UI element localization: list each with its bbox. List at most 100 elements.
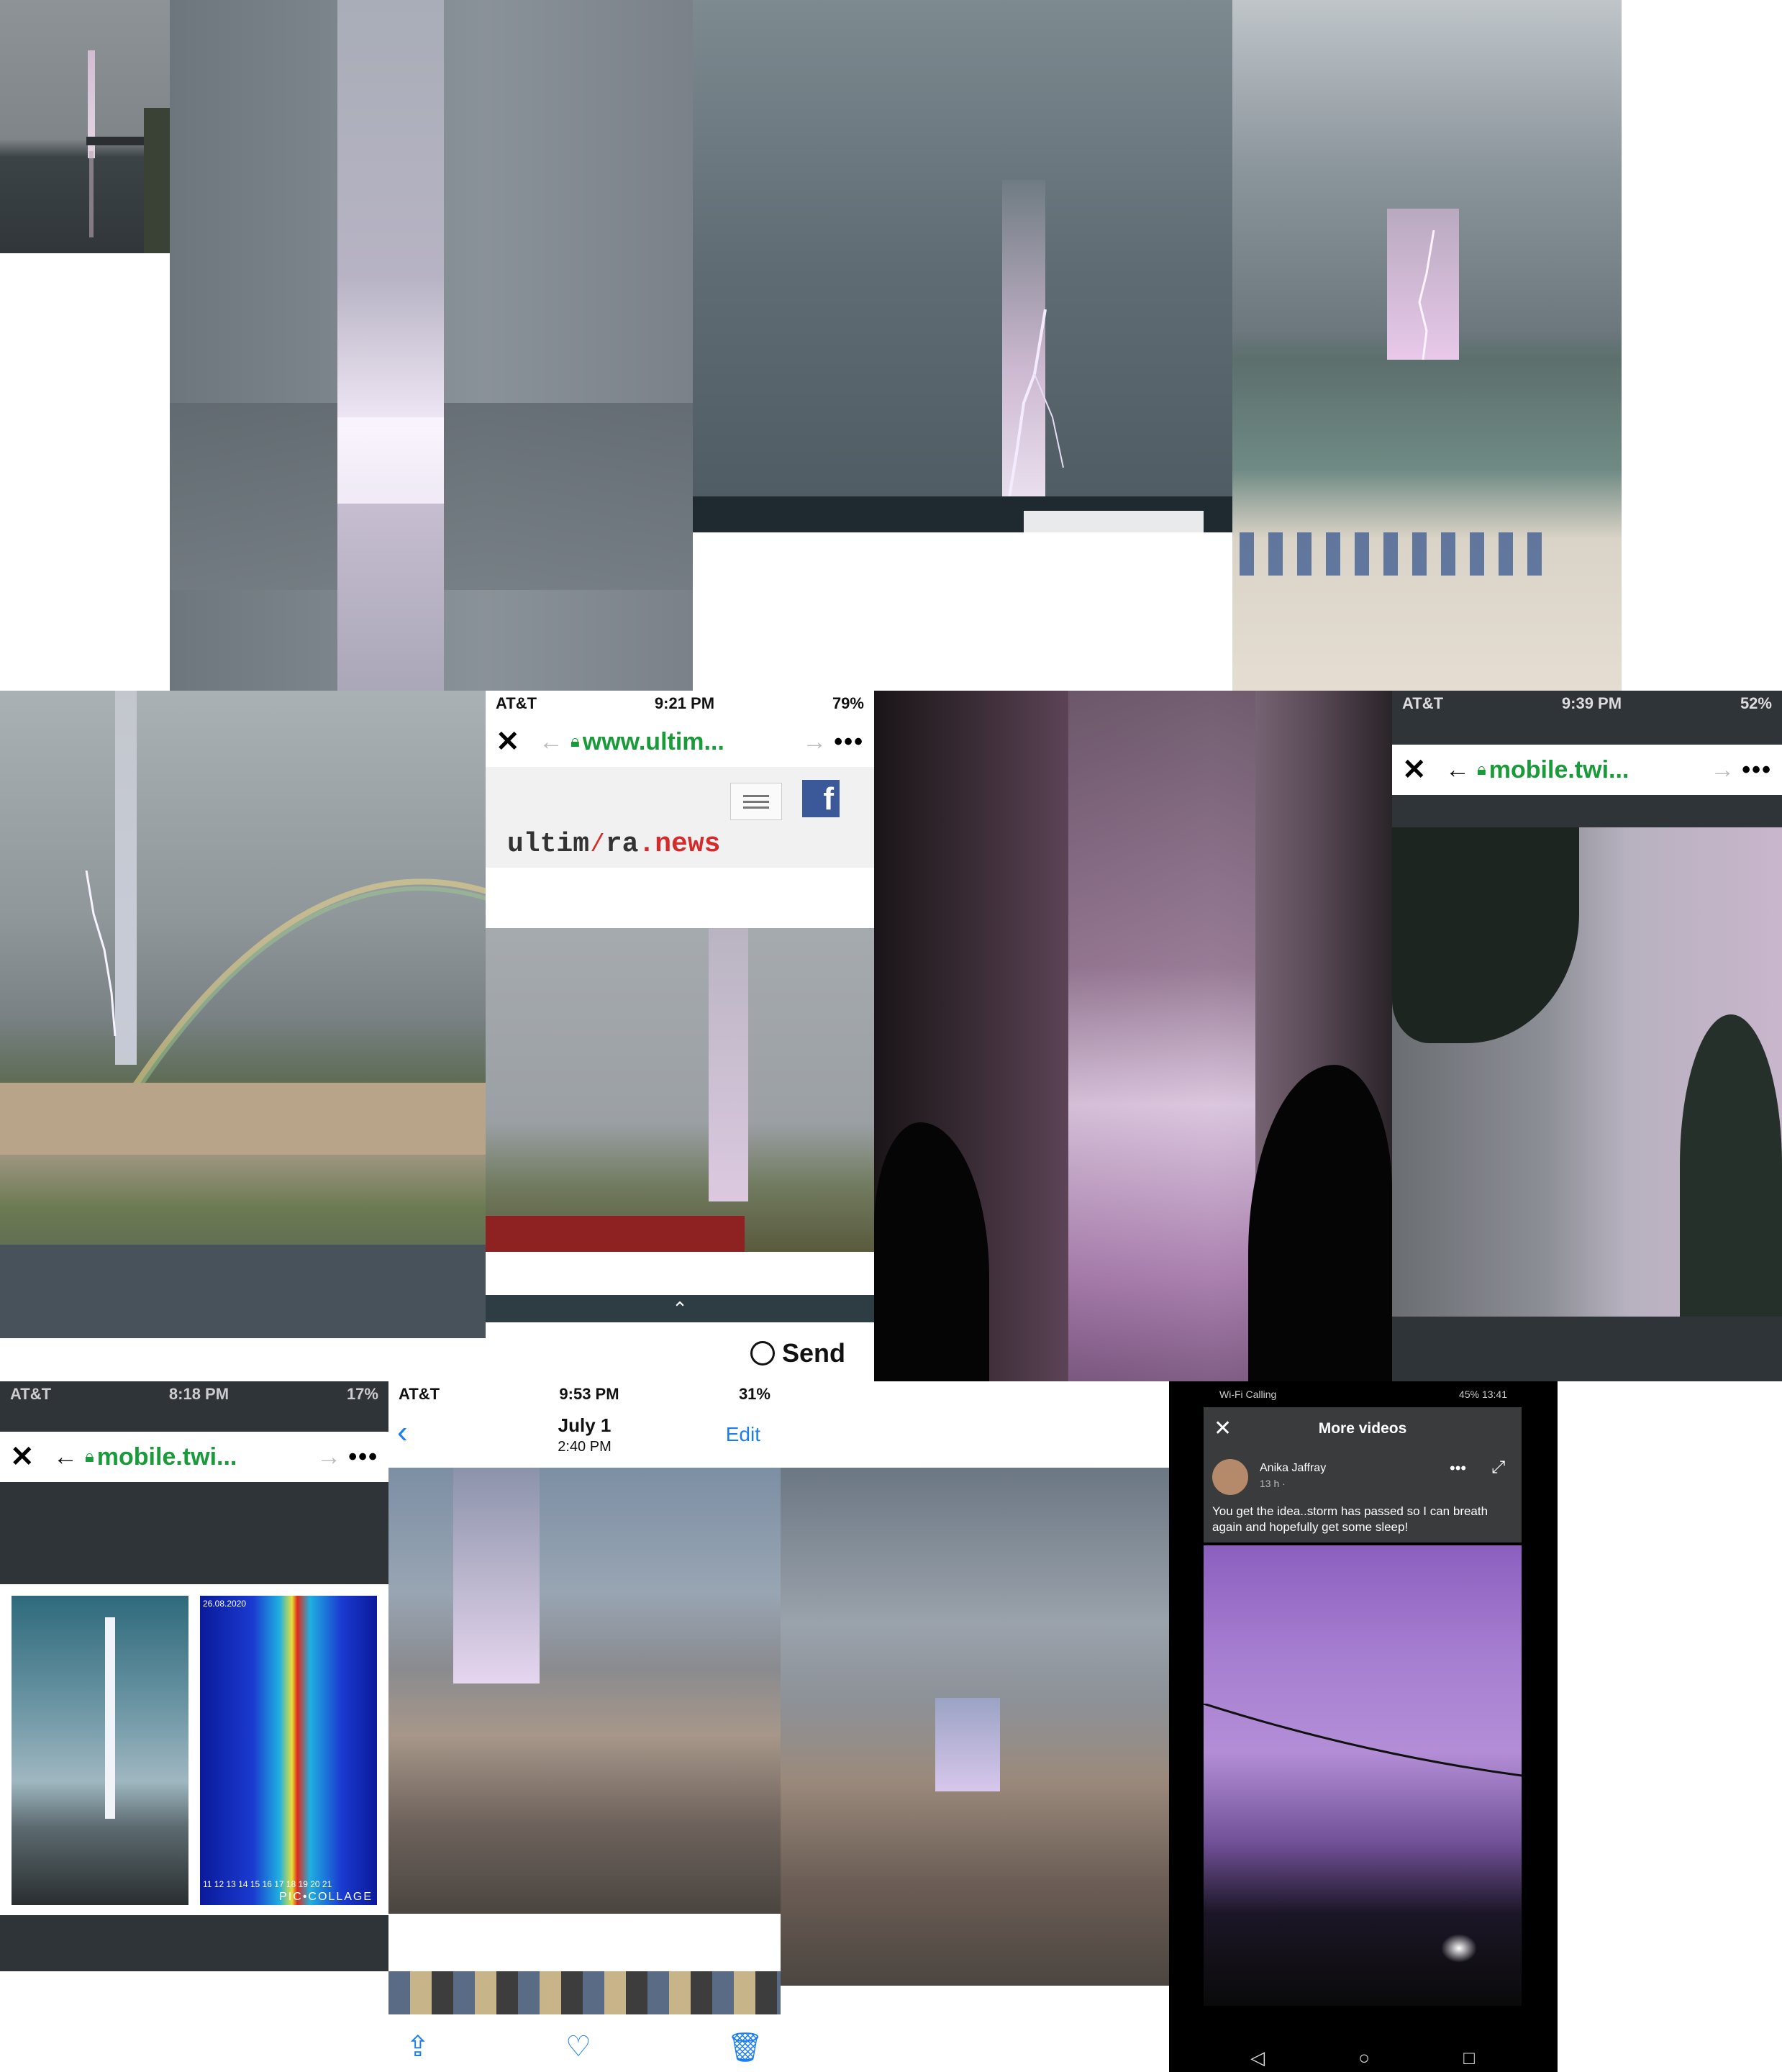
android-nav-bar: ◁ ○ □: [1204, 2043, 1522, 2072]
parking-lot: [0, 1245, 486, 1338]
url-text[interactable]: mobile.twi...: [1489, 756, 1704, 784]
lock-icon: 🔒︎: [570, 732, 580, 751]
spectro-date: 26.08.2020: [203, 1599, 247, 1609]
avatar[interactable]: [1212, 1459, 1248, 1495]
water-reflection: [89, 151, 94, 237]
back-arrow-icon[interactable]: ←: [539, 728, 563, 756]
nav-recent-icon[interactable]: □: [1463, 2047, 1475, 2069]
battery: 17%: [346, 1385, 378, 1403]
screenshot-ultimora-browser: AT&T 9:21 PM 79% ✕ ← 🔒︎ www.ultim... → •…: [486, 691, 874, 1381]
building: [0, 1083, 486, 1155]
time: 9:21 PM: [654, 694, 715, 712]
forward-arrow-icon[interactable]: →: [317, 1443, 341, 1471]
nav-home-icon[interactable]: ○: [1358, 2047, 1370, 2069]
photos-nav: ‹ July 1 2:40 PM Edit: [388, 1407, 781, 1465]
battery: 79%: [832, 694, 864, 712]
close-icon[interactable]: ✕: [10, 1440, 46, 1473]
post-meta: 13 h ·: [1260, 1478, 1286, 1489]
beach-umbrellas: [1240, 532, 1556, 576]
article-photo: [486, 928, 874, 1252]
battery: 52%: [1740, 694, 1772, 712]
screenshot-ios-photos: AT&T 9:53 PM 31% ‹ July 1 2:40 PM Edit ⇪…: [388, 1381, 781, 2072]
collage-spectrogram: 26.08.2020 11 12 13 14 15 16 17 18 19 20…: [200, 1596, 377, 1905]
lock-icon: 🔒︎: [1477, 760, 1486, 779]
photo-beach-pillar: [1232, 0, 1622, 691]
tree-silhouette-left: [874, 1122, 989, 1381]
status-bar: AT&T 9:39 PM 52%: [1392, 691, 1782, 717]
screenshot-facebook-video: Wi-Fi Calling 45% 13:41 ✕ More videos An…: [1169, 1381, 1558, 2072]
photo-tall-pillar: [170, 0, 693, 691]
more-icon[interactable]: •••: [834, 728, 864, 756]
author-name[interactable]: Anika Jaffray: [1260, 1462, 1326, 1475]
photo-time: 2:40 PM: [558, 1439, 612, 1455]
street-light: [1441, 1934, 1477, 1963]
close-icon[interactable]: ✕: [496, 725, 532, 758]
carrier: AT&T: [1402, 694, 1444, 712]
photo-rainbow-pillar: [0, 691, 486, 1338]
forward-arrow-icon[interactable]: →: [1710, 756, 1735, 784]
time: 8:18 PM: [168, 1385, 229, 1403]
light-beam: [1068, 691, 1255, 1381]
time: 9:53 PM: [559, 1385, 619, 1403]
light-beam: [935, 1698, 1000, 1791]
light-beam: [709, 928, 748, 1201]
time: 9:39 PM: [1561, 694, 1622, 712]
status-bar: AT&T 9:21 PM 79%: [486, 691, 874, 717]
menu-icon[interactable]: [730, 783, 782, 820]
lock-icon: 🔒︎: [85, 1447, 94, 1466]
photo-sea-lightning: [693, 0, 1232, 532]
screenshot-twitter-collage: AT&T 8:18 PM 17% ✕ ← 🔒︎ mobile.twi... → …: [0, 1381, 388, 1971]
photo-date: July 1: [558, 1414, 612, 1436]
expand-icon[interactable]: ⤢: [1491, 1458, 1505, 1478]
video-frame[interactable]: [1204, 1545, 1522, 2006]
more-icon[interactable]: •••: [348, 1443, 378, 1471]
post-info: Anika Jaffray 13 h · ••• ⤢ You get the i…: [1204, 1452, 1522, 1542]
status-bar: AT&T 8:18 PM 17%: [0, 1381, 388, 1407]
wifi-calling: Wi-Fi Calling: [1219, 1389, 1277, 1400]
battery: 31%: [738, 1385, 770, 1403]
site-header: f ultim∕ra.news: [486, 767, 874, 868]
carrier: AT&T: [399, 1385, 440, 1403]
thumbnail-strip[interactable]: [388, 1971, 781, 2014]
light-beam: [337, 0, 444, 691]
rainbow: [127, 878, 486, 1094]
nav-back-icon[interactable]: ◁: [1250, 2047, 1265, 2069]
share-icon[interactable]: ⇪: [406, 2030, 430, 2063]
edit-button[interactable]: Edit: [726, 1423, 760, 1446]
messenger-icon: [750, 1341, 775, 1366]
scroll-bar[interactable]: ⌃: [486, 1295, 874, 1322]
collage-photo-road: [12, 1596, 188, 1905]
building-roof: [1024, 511, 1204, 532]
tree-left: [1392, 827, 1579, 1043]
forward-arrow-icon[interactable]: →: [802, 728, 827, 756]
more-icon[interactable]: •••: [1450, 1459, 1466, 1478]
back-arrow-icon[interactable]: ←: [1445, 756, 1470, 784]
close-icon[interactable]: ✕: [1402, 753, 1438, 786]
url-text[interactable]: www.ultim...: [583, 728, 796, 756]
watermark: PIC•COLLAGE: [279, 1891, 373, 1903]
trash-icon[interactable]: 🗑︎: [727, 2030, 763, 2064]
battery-time: 45% 13:41: [1459, 1389, 1507, 1400]
heart-icon[interactable]: ♡: [565, 2030, 591, 2063]
more-icon[interactable]: •••: [1742, 756, 1772, 784]
chevron-up-icon[interactable]: ⌃: [672, 1298, 688, 1320]
url-text[interactable]: mobile.twi...: [97, 1443, 310, 1471]
screenshot-twitter-browser: AT&T 9:39 PM 52% ✕ ← 🔒︎ mobile.twi... → …: [1392, 691, 1782, 1381]
back-arrow-icon[interactable]: ←: [53, 1443, 78, 1471]
car-red: [486, 1216, 745, 1252]
post-caption: You get the idea..storm has passed so I …: [1212, 1504, 1488, 1534]
send-button[interactable]: Send: [750, 1338, 845, 1368]
status-bar: AT&T 9:53 PM 31%: [388, 1381, 781, 1407]
video-header: ✕ More videos: [1204, 1407, 1522, 1452]
carrier: AT&T: [496, 694, 537, 712]
header-title: More videos: [1318, 1420, 1407, 1437]
facebook-icon[interactable]: f: [802, 780, 840, 817]
carrier: AT&T: [10, 1385, 52, 1403]
photos-toolbar: ⇪ ♡ 🗑︎: [388, 2022, 781, 2072]
browser-url-bar[interactable]: ✕ ← 🔒︎ mobile.twi... → •••: [1392, 745, 1782, 795]
site-logo: ultim∕ra.news: [507, 829, 721, 860]
power-line: [1204, 1704, 1522, 1777]
browser-url-bar[interactable]: ✕ ← 🔒︎ www.ultim... → •••: [486, 717, 874, 767]
browser-url-bar[interactable]: ✕ ← 🔒︎ mobile.twi... → •••: [0, 1432, 388, 1482]
city-photo: [388, 1468, 781, 1914]
